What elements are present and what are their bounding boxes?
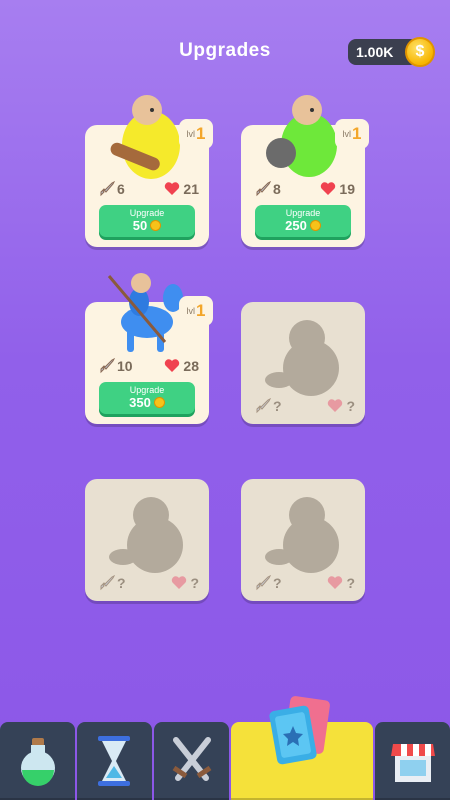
- sword-icon: [256, 181, 271, 197]
- silhouette-icon: [109, 497, 183, 573]
- health-value: 19: [339, 181, 355, 197]
- coin-icon: [309, 220, 321, 231]
- heart-icon: [328, 576, 343, 589]
- sword-icon: [256, 398, 271, 414]
- coin-icon: [150, 220, 162, 231]
- heart-icon: [165, 182, 180, 195]
- upgrade-button[interactable]: Upgrade 250: [255, 205, 351, 237]
- bottom-nav: [0, 696, 450, 800]
- coin-icon: [153, 397, 165, 408]
- silhouette-icon: [265, 497, 339, 573]
- rockman-character-icon: [266, 95, 337, 177]
- heart-icon: [172, 576, 187, 589]
- clubman-character-icon: [110, 95, 180, 179]
- cards-icon: [269, 696, 330, 765]
- tab-time[interactable]: [77, 722, 152, 800]
- level-badge: lvl 1: [335, 119, 369, 149]
- level-badge: lvl 1: [179, 119, 213, 149]
- attack-value: 6: [117, 181, 125, 197]
- unit-card-knight[interactable]: lvl 1 10 28 Upgrade 350: [85, 273, 213, 424]
- attack-value: 8: [273, 181, 281, 197]
- potion-icon: [21, 738, 55, 786]
- heart-icon: [328, 399, 343, 412]
- crossed-swords-icon: [172, 737, 212, 781]
- silhouette-icon: [265, 320, 339, 396]
- hourglass-icon: [98, 736, 130, 786]
- health-value: 28: [183, 358, 199, 374]
- unit-card-rockman[interactable]: lvl 1 8 19 Upgrade 250: [241, 95, 369, 247]
- attack-value: 10: [117, 358, 133, 374]
- health-value: 21: [183, 181, 199, 197]
- tab-battle[interactable]: [154, 722, 229, 800]
- upgrade-button[interactable]: Upgrade 50: [99, 205, 195, 237]
- heart-icon: [321, 182, 336, 195]
- sword-icon: [256, 575, 271, 591]
- sword-icon: [100, 575, 115, 591]
- tab-potions[interactable]: [0, 722, 75, 800]
- unit-card-clubman[interactable]: lvl 1 6 21 Upgrade 50: [85, 95, 213, 247]
- sword-icon: [100, 358, 115, 374]
- heart-icon: [165, 359, 180, 372]
- shop-icon: [391, 744, 435, 782]
- sword-icon: [100, 181, 115, 197]
- upgrade-button[interactable]: Upgrade 350: [99, 382, 195, 414]
- locked-unit-card: ? ?: [241, 479, 365, 601]
- tab-cards[interactable]: [231, 696, 373, 800]
- coin-icon: $: [405, 37, 435, 67]
- locked-unit-card: ? ?: [241, 302, 365, 424]
- tab-shop[interactable]: [375, 722, 450, 800]
- level-badge: lvl 1: [179, 296, 213, 326]
- locked-unit-card: ? ?: [85, 479, 209, 601]
